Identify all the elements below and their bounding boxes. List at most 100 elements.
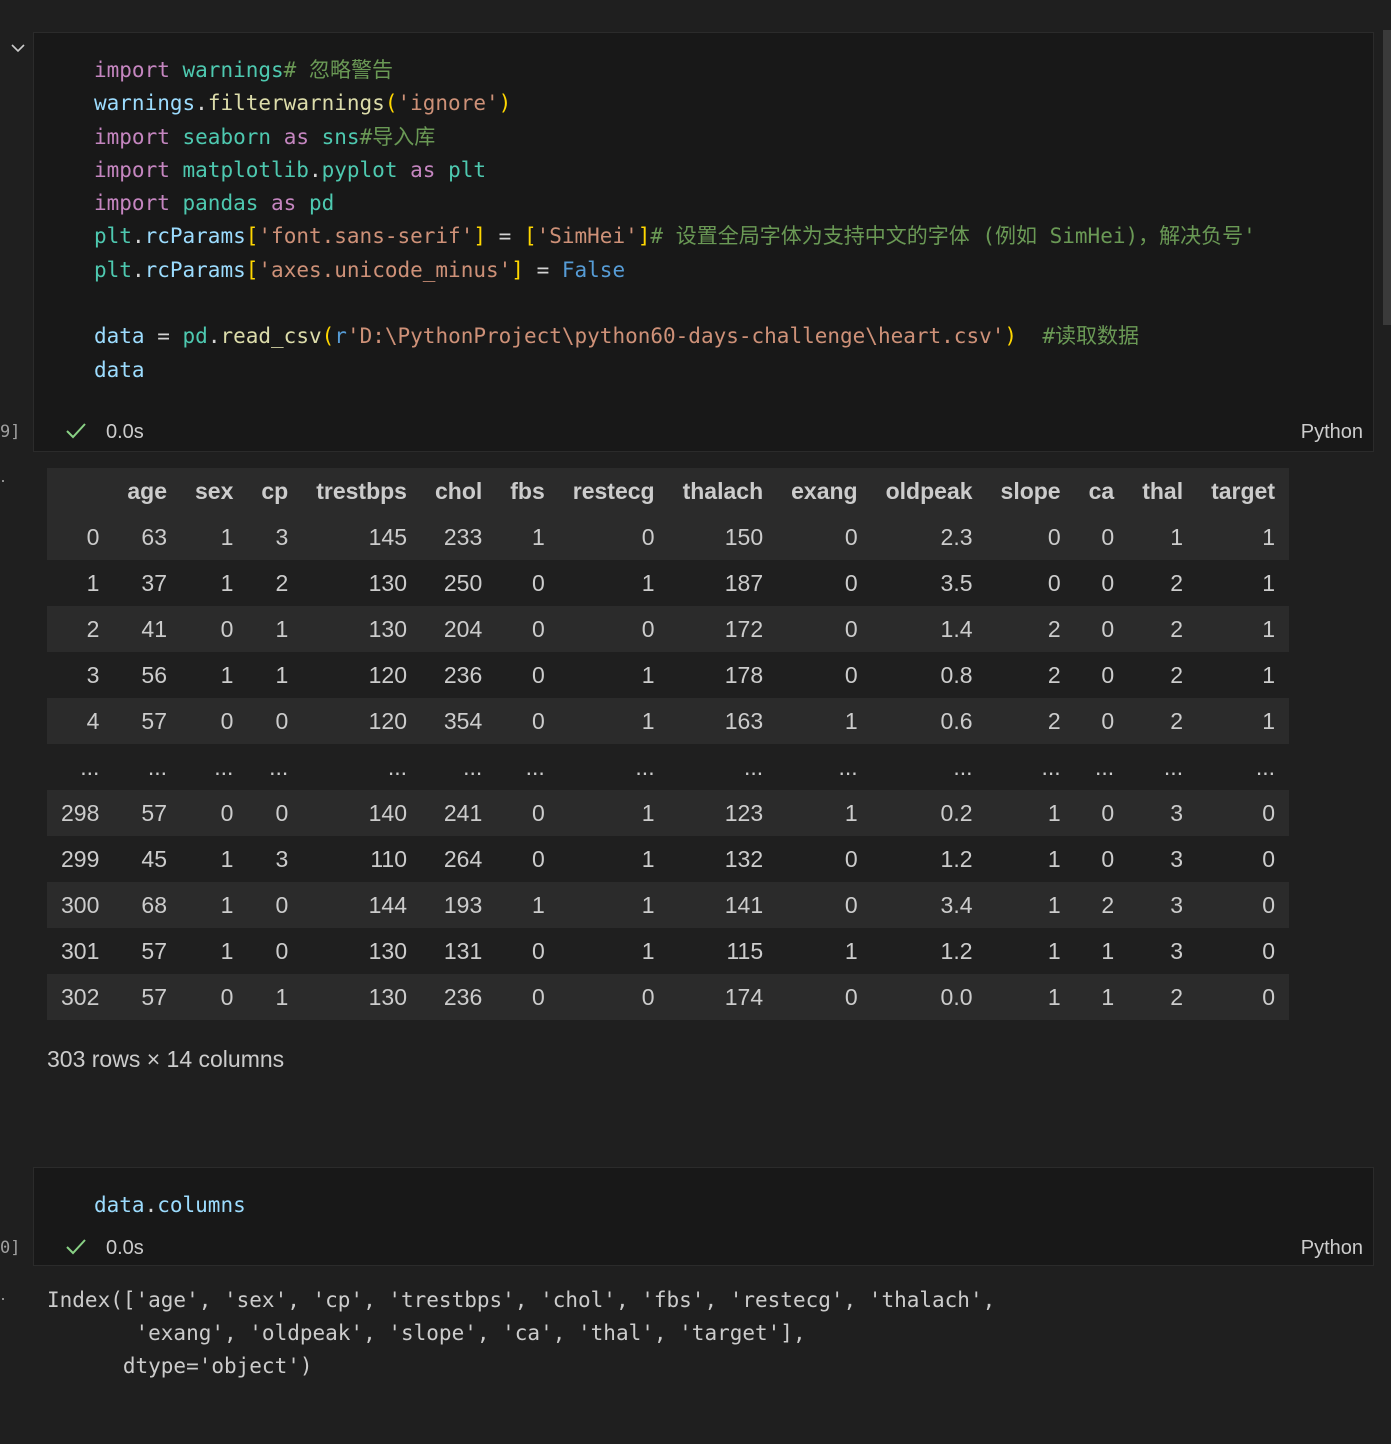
table-cell: 0 bbox=[247, 882, 303, 928]
table-cell: 0 bbox=[558, 974, 669, 1020]
table-cell: 2 bbox=[1128, 606, 1198, 652]
table-cell: 0 bbox=[1074, 606, 1129, 652]
table-cell: 0 bbox=[181, 698, 248, 744]
column-header: age bbox=[113, 468, 182, 514]
table-cell: ... bbox=[986, 744, 1075, 790]
table-cell: 0 bbox=[1197, 790, 1289, 836]
output-marker: · bbox=[0, 470, 6, 490]
table-cell: 1 bbox=[1197, 560, 1289, 606]
table-cell: 1 bbox=[181, 652, 248, 698]
table-cell: ... bbox=[181, 744, 248, 790]
table-cell: 0 bbox=[496, 652, 559, 698]
table-cell: 0 bbox=[496, 606, 559, 652]
table-cell: 236 bbox=[420, 974, 497, 1020]
row-index: 300 bbox=[47, 882, 114, 928]
code-token: data bbox=[94, 1193, 145, 1217]
code-line[interactable]: warnings.filterwarnings('ignore') bbox=[94, 87, 1373, 120]
table-cell: 204 bbox=[420, 606, 497, 652]
code-token: ) bbox=[1004, 324, 1018, 349]
code-token: read_csv bbox=[220, 324, 322, 349]
code-token: [ bbox=[245, 257, 259, 282]
table-cell: 3 bbox=[1128, 836, 1198, 882]
code-token: matplotlib bbox=[182, 157, 309, 182]
code-token: [ bbox=[523, 224, 537, 249]
code-cell-columns[interactable]: data.columns 0.0s Python bbox=[33, 1167, 1374, 1266]
table-cell: ... bbox=[1074, 744, 1129, 790]
table-cell: 1 bbox=[1074, 928, 1129, 974]
table-cell: 0 bbox=[558, 606, 669, 652]
row-index: ... bbox=[47, 744, 114, 790]
table-row: 3 56 1 1 120 236 0 1 178 0 0.8 2 0 2 1 bbox=[47, 652, 1289, 698]
code-token: = bbox=[486, 224, 524, 249]
table-cell: 1 bbox=[1197, 514, 1289, 560]
code-token: . bbox=[308, 157, 322, 182]
table-cell: 2 bbox=[1128, 698, 1198, 744]
execution-count: 0] bbox=[0, 1238, 21, 1258]
table-cell: 1 bbox=[558, 652, 669, 698]
code-line[interactable] bbox=[94, 287, 1373, 320]
table-cell: 250 bbox=[420, 560, 497, 606]
code-editor[interactable]: import warnings# 忽略警告 warnings.filterwarn… bbox=[94, 33, 1373, 387]
code-cell-import[interactable]: import warnings# 忽略警告 warnings.filterwarn… bbox=[33, 32, 1374, 452]
code-token: # 忽略警告 bbox=[283, 58, 393, 82]
code-line[interactable]: data.columns bbox=[94, 1189, 1373, 1222]
table-row: 1 37 1 2 130 250 0 1 187 0 3.5 0 0 2 1 bbox=[47, 560, 1289, 606]
table-cell: 0 bbox=[247, 928, 303, 974]
table-cell: 110 bbox=[302, 836, 421, 882]
table-cell: 144 bbox=[302, 882, 421, 928]
table-cell: 0 bbox=[496, 560, 559, 606]
table-cell: 1 bbox=[558, 928, 669, 974]
code-line[interactable]: import warnings# 忽略警告 bbox=[94, 54, 1373, 87]
table-row: 302 57 0 1 130 236 0 0 174 0 0.0 1 1 2 0 bbox=[47, 974, 1289, 1020]
code-token: ( bbox=[321, 324, 335, 349]
code-line[interactable]: plt.rcParams['font.sans-serif'] = ['SimH… bbox=[94, 220, 1373, 253]
table-cell: 0 bbox=[1074, 790, 1129, 836]
table-cell: 1 bbox=[986, 836, 1075, 882]
table-cell: ... bbox=[1128, 744, 1198, 790]
table-cell: 140 bbox=[302, 790, 421, 836]
code-token: data bbox=[94, 357, 145, 382]
column-header: thal bbox=[1128, 468, 1198, 514]
column-header: sex bbox=[181, 468, 248, 514]
table-cell: 2.3 bbox=[871, 514, 987, 560]
table-cell: 241 bbox=[420, 790, 497, 836]
code-line[interactable]: import seaborn as sns#导入库 bbox=[94, 121, 1373, 154]
column-header: trestbps bbox=[302, 468, 421, 514]
code-line[interactable]: import pandas as pd bbox=[94, 187, 1373, 220]
code-editor[interactable]: data.columns bbox=[94, 1168, 1373, 1222]
code-token: plt bbox=[94, 257, 132, 282]
table-cell: 0.6 bbox=[871, 698, 987, 744]
table-cell: 0 bbox=[1197, 974, 1289, 1020]
language-label[interactable]: Python bbox=[1301, 421, 1363, 444]
table-cell: 1 bbox=[986, 928, 1075, 974]
code-line[interactable]: data = pd.read_csv(r'D:\PythonProject\py… bbox=[94, 320, 1373, 353]
table-header-row: age sex cp trestbps chol fbs restecg thalach exa… bbox=[47, 468, 1289, 514]
column-header: cp bbox=[247, 468, 303, 514]
table-cell: ... bbox=[113, 744, 182, 790]
table-cell: 1 bbox=[496, 514, 559, 560]
collapse-chevron-icon[interactable] bbox=[10, 42, 26, 54]
table-cell: 0 bbox=[496, 928, 559, 974]
table-cell: 2 bbox=[247, 560, 303, 606]
table-cell: 0 bbox=[777, 560, 872, 606]
code-line[interactable]: plt.rcParams['axes.unicode_minus'] = Fal… bbox=[94, 254, 1373, 287]
language-label[interactable]: Python bbox=[1301, 1237, 1363, 1260]
code-token: seaborn bbox=[182, 124, 272, 149]
table-cell: 3 bbox=[1128, 882, 1198, 928]
table-cell: 1 bbox=[558, 698, 669, 744]
table-cell: 1 bbox=[986, 882, 1075, 928]
code-token: . bbox=[131, 257, 145, 282]
editor-scrollbar[interactable] bbox=[1383, 30, 1391, 325]
table-cell: 1 bbox=[181, 836, 248, 882]
code-line[interactable]: import matplotlib.pyplot as plt bbox=[94, 154, 1373, 187]
table-cell: ... bbox=[247, 744, 303, 790]
column-header: ca bbox=[1074, 468, 1129, 514]
code-line[interactable]: data bbox=[94, 354, 1373, 387]
execution-time: 0.0s bbox=[106, 1237, 144, 1259]
code-token: r bbox=[334, 324, 347, 349]
table-cell: 0 bbox=[181, 974, 248, 1020]
table-cell: ... bbox=[302, 744, 421, 790]
table-row: ........................................… bbox=[47, 744, 1289, 790]
